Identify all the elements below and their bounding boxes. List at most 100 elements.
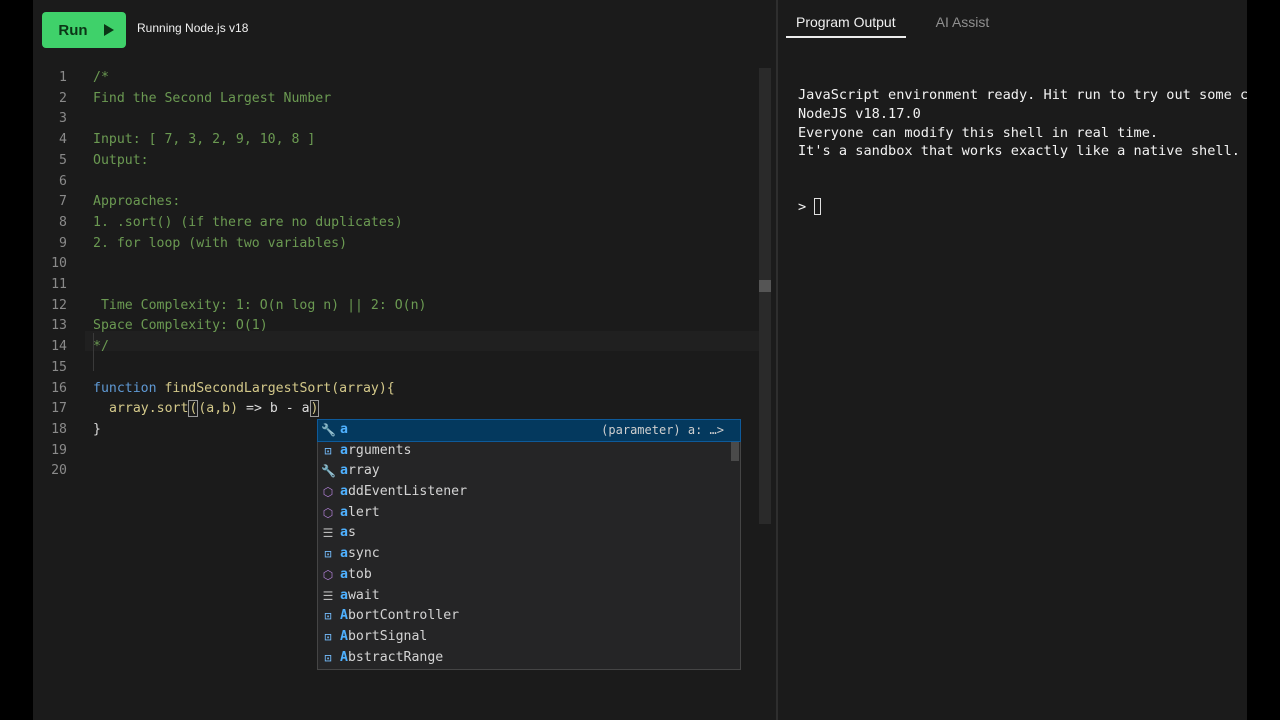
suggestion-item[interactable]: 🔧 a (parameter) a: …>	[317, 419, 741, 442]
line-number: 5	[59, 152, 67, 168]
line-number: 3	[59, 111, 67, 127]
terminal-cursor	[814, 198, 822, 215]
suggestion-label: ddEventListener	[347, 484, 468, 500]
code-line: 17 array.sort((a,b) => b - a)	[33, 399, 759, 420]
match-highlight: a	[340, 442, 348, 458]
arrow-body: => b - a	[238, 401, 310, 417]
wrench-icon: 🔧	[321, 423, 336, 437]
line-text: function findSecondLargestSort(array){	[93, 379, 395, 400]
arrow-params: (a,b)	[198, 401, 239, 417]
scrollbar-marker	[759, 280, 771, 292]
code-line: 12 Time Complexity: 1: O(n log n) || 2: …	[33, 296, 759, 317]
line-number: 18	[51, 421, 67, 437]
line-number: 15	[51, 359, 67, 375]
line-number: 7	[59, 194, 67, 210]
match-highlight: A	[340, 649, 348, 665]
app-window: Run Running Node.js v18 1 /* 2 Find the Sec…	[33, 0, 1247, 720]
suggestion-label: bortController	[347, 608, 460, 624]
shell-prompt[interactable]: >	[798, 198, 822, 215]
code-line: 6	[33, 172, 759, 193]
line-number: 20	[51, 463, 67, 479]
suggestion-item[interactable]: ⬡ alert	[318, 503, 740, 524]
code-line: 9 2. for loop (with two variables)	[33, 234, 759, 255]
variable-icon: ⊡	[324, 629, 332, 644]
line-number: 17	[51, 401, 67, 417]
letterbox-right	[1247, 0, 1280, 720]
editor-scrollbar[interactable]	[759, 68, 771, 524]
variable-icon: ⊡	[324, 547, 332, 562]
keyword-function: function	[93, 380, 157, 396]
line-number: 11	[51, 277, 67, 292]
match-highlight: A	[340, 608, 348, 624]
line-text: Space Complexity: O(1)	[93, 318, 268, 334]
line-number: 4	[59, 132, 67, 148]
autocomplete-widget[interactable]: 🔧 a (parameter) a: …> ⊡ arguments 🔧 array ⬡ addE…	[317, 419, 741, 670]
line-text: 2. for loop (with two variables)	[93, 235, 348, 251]
suggestion-item[interactable]: ⊡ AbortSignal	[318, 627, 740, 648]
suggestion-item[interactable]: ⊡ AbstractRange	[318, 648, 740, 669]
code-line: 2 Find the Second Largest Number	[33, 89, 759, 110]
wrench-icon: 🔧	[321, 464, 336, 479]
code-line: 4 Input: [ 7, 3, 2, 9, 10, 8 ]	[33, 130, 759, 151]
output-tabs: Program Output AI Assist	[786, 8, 999, 38]
line-number: 13	[51, 318, 67, 334]
editor-pane: Run Running Node.js v18 1 /* 2 Find the Sec…	[33, 0, 776, 720]
cube-icon: ⬡	[322, 505, 334, 520]
line-text: Output:	[93, 152, 157, 168]
line-text: array.sort((a,b) => b - a)	[109, 399, 320, 420]
line-text: /*	[93, 70, 109, 85]
line-text: Approaches:	[93, 194, 181, 210]
suggestion-item[interactable]: ⬡ addEventListener	[318, 482, 740, 503]
suggestion-label: s	[347, 525, 356, 541]
cube-icon: ⬡	[322, 485, 334, 500]
suggestion-label: bstractRange	[347, 649, 444, 665]
code-line: 11	[33, 275, 759, 296]
variable-icon: ⊡	[324, 609, 332, 624]
code-line: 16 function findSecondLargestSort(array){	[33, 379, 759, 400]
run-button-label: Run	[58, 21, 88, 39]
suggestion-item[interactable]: ⊡ AbortController	[318, 606, 740, 627]
line-text: Time Complexity: 1: O(n log n) || 2: O(n…	[93, 297, 427, 313]
suggestion-label: rguments	[347, 442, 412, 458]
line-text: */	[93, 339, 109, 355]
line-text: Input: [ 7, 3, 2, 9, 10, 8 ]	[93, 132, 316, 148]
prompt-symbol: >	[798, 198, 807, 215]
line-number: 16	[51, 380, 67, 396]
code-line: 3	[33, 109, 759, 130]
line-text: }	[93, 421, 101, 437]
code-line: 1 /*	[33, 68, 759, 89]
line-number: 6	[59, 173, 67, 189]
tab-program-output[interactable]: Program Output	[786, 8, 906, 38]
suggestion-detail: (parameter) a: …>	[601, 423, 724, 437]
suggestion-item[interactable]: ☰ as	[318, 523, 740, 544]
tab-ai-assist[interactable]: AI Assist	[926, 8, 1000, 38]
match-highlight: a	[340, 484, 348, 500]
runtime-status: Running Node.js v18	[137, 21, 249, 35]
code-line: 8 1. .sort() (if there are no duplicates)	[33, 213, 759, 234]
line-text: 1. .sort() (if there are no duplicates)	[93, 214, 403, 230]
match-highlight: A	[340, 628, 348, 644]
suggestion-item[interactable]: ⬡ atob	[318, 565, 740, 586]
line-number: 10	[51, 256, 67, 272]
line-text: Find the Second Largest Number	[93, 90, 332, 106]
suggestion-item[interactable]: ⊡ arguments	[318, 441, 740, 462]
suggestion-label: bortSignal	[347, 628, 428, 644]
code-line: 10	[33, 254, 759, 275]
match-highlight: a	[340, 504, 348, 520]
suggestion-label: wait	[347, 587, 380, 603]
code-line: 13 Space Complexity: O(1)	[33, 316, 759, 337]
variable-icon: ⊡	[324, 443, 332, 458]
suggestion-label: tob	[347, 566, 372, 582]
line-number: 12	[51, 297, 67, 313]
match-highlight: a	[340, 463, 348, 479]
run-button[interactable]: Run	[42, 12, 126, 48]
suggestion-item[interactable]: ☰ await	[318, 586, 740, 607]
suggestion-item[interactable]: 🔧 array	[318, 461, 740, 482]
match-highlight: a	[340, 525, 348, 541]
variable-icon: ⊡	[324, 650, 332, 665]
suggestion-item[interactable]: ⊡ async	[318, 544, 740, 565]
play-icon	[103, 24, 114, 36]
output-pane: Program Output AI Assist JavaScript envi…	[778, 0, 1247, 720]
match-highlight: a	[340, 566, 348, 582]
code-line: 14 */	[33, 337, 759, 358]
